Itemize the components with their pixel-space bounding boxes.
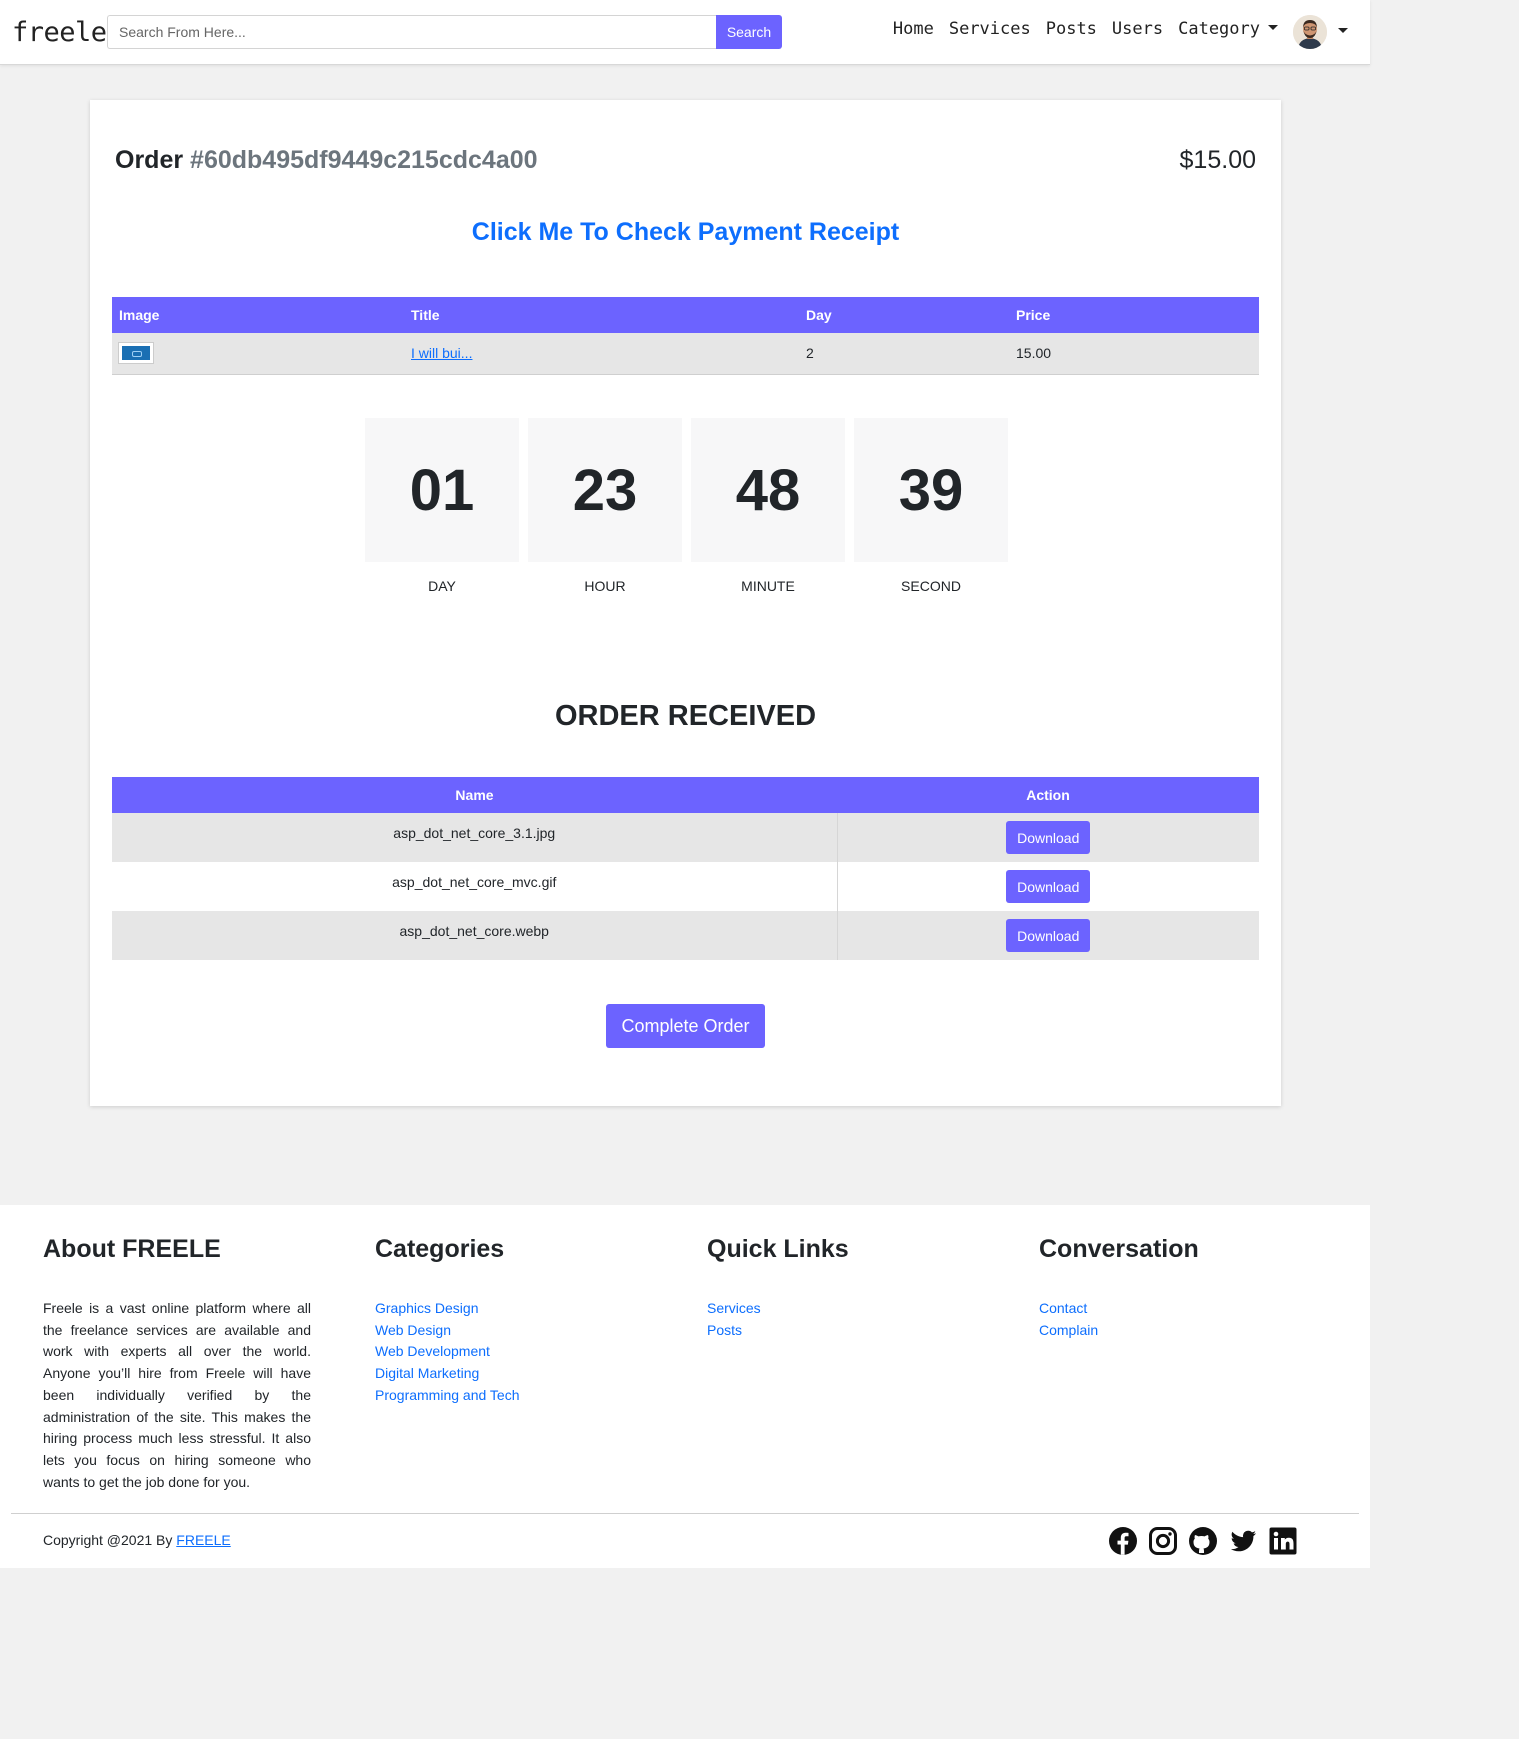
footer-categories-list: Graphics Design Web Design Web Developme… [375, 1298, 519, 1407]
countdown-minute-label: MINUTE [741, 578, 795, 594]
order-received-title: ORDER RECEIVED [554, 700, 817, 732]
twitter-icon[interactable] [1228, 1526, 1258, 1556]
nav-category[interactable]: Category [1178, 19, 1260, 39]
footer-about-text: Freele is a vast online platform where a… [43, 1300, 311, 1490]
user-avatar-icon [1293, 15, 1327, 49]
footer-conversation: Conversation Contact Complain [1039, 1235, 1199, 1341]
countdown-hour-value: 23 [528, 418, 682, 562]
file-action-cell: Download [837, 862, 1259, 911]
order-label: Order [115, 146, 184, 174]
footer-link-contact[interactable]: Contact [1039, 1298, 1199, 1320]
column-header-name: Name [112, 777, 837, 813]
navbar: freele Search Home Services Posts Users … [0, 0, 1370, 65]
countdown-second-value: 39 [854, 418, 1008, 562]
footer-link-programming-and-tech[interactable]: Programming and Tech [375, 1385, 519, 1407]
search-input[interactable] [107, 15, 716, 49]
column-header-action: Action [837, 777, 1259, 813]
footer-categories: Categories Graphics Design Web Design We… [375, 1235, 519, 1407]
instagram-icon[interactable] [1148, 1526, 1178, 1556]
countdown-second-label: SECOND [901, 578, 961, 594]
search-bar: Search [107, 15, 782, 49]
footer-divider [11, 1513, 1359, 1514]
item-day: 2 [799, 333, 1009, 375]
service-thumbnail [119, 343, 153, 364]
footer: About FREELE Freele is a vast online pla… [0, 1205, 1370, 1568]
item-price: 15.00 [1009, 333, 1259, 375]
footer-link-digital-marketing[interactable]: Digital Marketing [375, 1363, 519, 1385]
order-items-table: Image Title Day Price I will bui... 2 15… [112, 297, 1259, 375]
user-menu[interactable] [1293, 15, 1348, 49]
footer-quick-links-list: Services Posts [707, 1298, 849, 1341]
item-title-cell: I will bui... [404, 333, 799, 375]
download-button[interactable]: Download [1006, 870, 1091, 903]
column-header-image: Image [112, 297, 404, 333]
file-action-cell: Download [837, 813, 1259, 862]
nav-links: Home Services Posts Users Category [893, 19, 1278, 39]
social-links [1108, 1526, 1298, 1556]
github-icon[interactable] [1188, 1526, 1218, 1556]
nav-services[interactable]: Services [949, 19, 1031, 39]
footer-conversation-list: Contact Complain [1039, 1298, 1199, 1341]
brand-logo[interactable]: freele [12, 17, 107, 48]
complete-order-button[interactable]: Complete Order [606, 1004, 765, 1048]
table-row: asp_dot_net_core_3.1.jpg Download [112, 813, 1259, 862]
countdown-day: 01 DAY [365, 418, 519, 594]
file-name: asp_dot_net_core_3.1.jpg [112, 813, 838, 862]
countdown-hour-label: HOUR [584, 578, 626, 594]
linkedin-icon[interactable] [1268, 1526, 1298, 1556]
payment-receipt-link[interactable]: Click Me To Check Payment Receipt [90, 218, 1281, 247]
nav-home[interactable]: Home [893, 19, 934, 39]
download-button[interactable]: Download [1006, 821, 1091, 854]
facebook-icon[interactable] [1108, 1526, 1138, 1556]
footer-link-complain[interactable]: Complain [1039, 1320, 1199, 1342]
countdown-timer: 01 DAY 23 HOUR 48 MINUTE 39 SECOND [365, 418, 1008, 594]
footer-link-services[interactable]: Services [707, 1298, 849, 1320]
download-button[interactable]: Download [1006, 919, 1091, 952]
countdown-minute-value: 48 [691, 418, 845, 562]
file-name: asp_dot_net_core.webp [112, 911, 838, 960]
table-row: I will bui... 2 15.00 [112, 333, 1259, 375]
footer-link-web-design[interactable]: Web Design [375, 1320, 519, 1342]
item-title-link[interactable]: I will bui... [411, 345, 472, 361]
countdown-day-label: DAY [428, 578, 456, 594]
footer-quick-links: Quick Links Services Posts [707, 1235, 849, 1341]
copyright-text: Copyright @2021 By [43, 1532, 173, 1548]
nav-category-dropdown[interactable]: Category [1178, 19, 1278, 39]
avatar[interactable] [1293, 15, 1327, 49]
column-header-title: Title [404, 297, 799, 333]
file-action-cell: Download [837, 911, 1259, 960]
nav-users[interactable]: Users [1112, 19, 1163, 39]
chevron-down-icon [1338, 27, 1348, 33]
table-row: asp_dot_net_core.webp Download [112, 911, 1259, 960]
order-title: Order #60db495df9449c215cdc4a00 [115, 146, 538, 175]
table-row: asp_dot_net_core_mvc.gif Download [112, 862, 1259, 911]
order-price: $15.00 [1179, 146, 1256, 174]
footer-about-title: About FREELE [43, 1235, 221, 1263]
footer-link-graphics-design[interactable]: Graphics Design [375, 1298, 519, 1320]
order-card: Order #60db495df9449c215cdc4a00 $15.00 C… [90, 100, 1281, 1106]
footer-link-posts[interactable]: Posts [707, 1320, 849, 1342]
nav-posts[interactable]: Posts [1046, 19, 1097, 39]
countdown-hour: 23 HOUR [528, 418, 682, 594]
received-files-table: Name Action asp_dot_net_core_3.1.jpg Dow… [112, 777, 1259, 960]
column-header-day: Day [799, 297, 1009, 333]
copyright: Copyright @2021 By FREELE [43, 1532, 231, 1548]
countdown-day-value: 01 [365, 418, 519, 562]
footer-link-web-development[interactable]: Web Development [375, 1341, 519, 1363]
copyright-link[interactable]: FREELE [176, 1532, 230, 1548]
countdown-minute: 48 MINUTE [691, 418, 845, 594]
item-image-cell [112, 333, 404, 375]
footer-categories-title: Categories [375, 1235, 505, 1263]
footer-conversation-title: Conversation [1039, 1235, 1199, 1263]
file-name: asp_dot_net_core_mvc.gif [112, 862, 838, 911]
footer-quick-links-title: Quick Links [707, 1235, 849, 1263]
footer-about: About FREELE Freele is a vast online pla… [43, 1235, 311, 1493]
chevron-down-icon [1268, 25, 1278, 31]
order-id: #60db495df9449c215cdc4a00 [190, 146, 538, 174]
countdown-second: 39 SECOND [854, 418, 1008, 594]
column-header-price: Price [1009, 297, 1259, 333]
search-button[interactable]: Search [716, 15, 782, 49]
